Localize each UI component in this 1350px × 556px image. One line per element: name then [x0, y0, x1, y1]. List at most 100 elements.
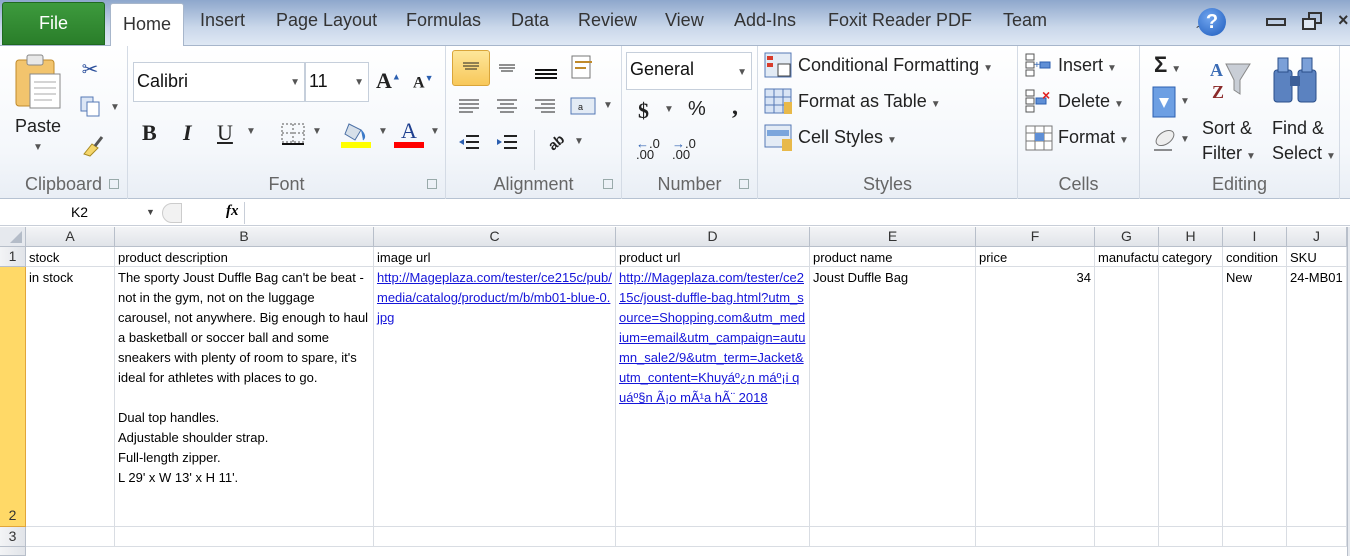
- merge-center-button[interactable]: a: [570, 96, 596, 116]
- column-header-i[interactable]: I: [1223, 227, 1287, 247]
- bold-button[interactable]: B: [142, 120, 157, 146]
- decrease-decimal-button[interactable]: →.0.00: [672, 137, 696, 161]
- cell-c2-image-url-link[interactable]: http://Mageplaza.com/tester/ce215c/pub/m…: [374, 267, 616, 527]
- clear-dropdown-icon[interactable]: ▼: [1180, 134, 1190, 145]
- cell-f2[interactable]: 34: [976, 267, 1095, 527]
- cell-g1[interactable]: manufacturer: [1095, 247, 1159, 267]
- cell-e3[interactable]: [810, 527, 976, 547]
- cell-g2[interactable]: [1095, 267, 1159, 527]
- cell-h3[interactable]: [1159, 527, 1223, 547]
- align-center-button[interactable]: [496, 96, 518, 116]
- cell-e1[interactable]: product name: [810, 247, 976, 267]
- paste-icon[interactable]: [14, 52, 64, 110]
- tab-file[interactable]: File: [2, 2, 105, 45]
- tab-team[interactable]: Team: [1003, 10, 1047, 31]
- italic-button[interactable]: I: [183, 120, 192, 146]
- column-header-b[interactable]: B: [115, 227, 374, 247]
- alignment-launcher-icon[interactable]: [603, 179, 613, 189]
- tab-view[interactable]: View: [665, 10, 704, 31]
- find-select-button[interactable]: Find & Select ▼: [1272, 116, 1336, 169]
- cell-a2[interactable]: in stock: [26, 267, 115, 527]
- cell-i1[interactable]: condition: [1223, 247, 1287, 267]
- clear-icon[interactable]: [1152, 128, 1178, 152]
- font-color-button[interactable]: A: [393, 118, 425, 150]
- cell-b1[interactable]: product description: [115, 247, 374, 267]
- currency-dropdown-icon[interactable]: ▼: [664, 104, 674, 115]
- tab-page-layout[interactable]: Page Layout: [276, 10, 377, 31]
- select-all-corner[interactable]: [0, 227, 26, 247]
- cell-e2[interactable]: Joust Duffle Bag: [810, 267, 976, 527]
- increase-indent-button[interactable]: [496, 132, 518, 152]
- format-cells-button[interactable]: Format ▼: [1058, 127, 1129, 148]
- cell-b3[interactable]: [115, 527, 374, 547]
- cell-f1[interactable]: price: [976, 247, 1095, 267]
- cell-styles-button[interactable]: Cell Styles ▼: [798, 127, 897, 148]
- increase-decimal-button[interactable]: ←.0.00: [636, 137, 660, 161]
- font-launcher-icon[interactable]: [427, 179, 437, 189]
- cell-b2[interactable]: The sporty Joust Duffle Bag can't be bea…: [115, 267, 374, 527]
- row-header-2[interactable]: 2: [0, 267, 26, 527]
- orientation-dropdown-icon[interactable]: ▼: [574, 136, 584, 147]
- name-box-dropdown-icon[interactable]: ▼: [146, 207, 155, 217]
- font-color-dropdown-icon[interactable]: ▼: [430, 126, 440, 137]
- column-header-d[interactable]: D: [616, 227, 810, 247]
- copy-dropdown-icon[interactable]: ▼: [110, 102, 120, 113]
- format-painter-icon[interactable]: [80, 134, 104, 158]
- font-name-combo[interactable]: Calibri ▼: [133, 62, 305, 102]
- column-header-g[interactable]: G: [1095, 227, 1159, 247]
- font-size-combo[interactable]: 11 ▼: [305, 62, 369, 102]
- copy-icon[interactable]: [80, 96, 102, 118]
- cell-h1[interactable]: category: [1159, 247, 1223, 267]
- cell-d1[interactable]: product url: [616, 247, 810, 267]
- tab-formulas[interactable]: Formulas: [406, 10, 481, 31]
- tab-data[interactable]: Data: [511, 10, 549, 31]
- number-launcher-icon[interactable]: [739, 179, 749, 189]
- row-header-4[interactable]: [0, 547, 26, 556]
- close-icon[interactable]: ×: [1338, 10, 1349, 31]
- formula-bar-handle[interactable]: [162, 203, 182, 223]
- cell-d2-product-url-link[interactable]: http://Mageplaza.com/tester/ce215c/joust…: [616, 267, 810, 527]
- borders-dropdown-icon[interactable]: ▼: [312, 126, 322, 137]
- tab-add-ins[interactable]: Add-Ins: [734, 10, 796, 31]
- format-as-table-button[interactable]: Format as Table ▼: [798, 91, 941, 112]
- middle-align-button[interactable]: [496, 58, 518, 78]
- comma-button[interactable]: ,: [732, 94, 738, 121]
- tab-foxit-reader-pdf[interactable]: Foxit Reader PDF: [828, 10, 972, 31]
- cell-a1[interactable]: stock: [26, 247, 115, 267]
- sort-filter-button[interactable]: Sort & Filter ▼: [1202, 116, 1256, 169]
- tab-insert[interactable]: Insert: [200, 10, 245, 31]
- column-header-j[interactable]: J: [1287, 227, 1347, 247]
- column-header-e[interactable]: E: [810, 227, 976, 247]
- underline-dropdown-icon[interactable]: ▼: [246, 126, 256, 137]
- orientation-icon[interactable]: ab: [538, 124, 575, 160]
- insert-cells-button[interactable]: Insert ▼: [1058, 55, 1117, 76]
- cell-d3[interactable]: [616, 527, 810, 547]
- row-header-3[interactable]: 3: [0, 527, 26, 547]
- cut-icon[interactable]: ✂: [80, 58, 100, 81]
- number-format-combo[interactable]: General ▼: [626, 52, 752, 90]
- wrap-text-button[interactable]: [570, 54, 596, 80]
- merge-dropdown-icon[interactable]: ▼: [603, 100, 613, 111]
- column-header-h[interactable]: H: [1159, 227, 1223, 247]
- fill-color-icon[interactable]: [341, 120, 373, 150]
- conditional-formatting-button[interactable]: Conditional Formatting ▼: [798, 55, 993, 76]
- align-left-button[interactable]: [458, 96, 480, 116]
- top-align-button[interactable]: [452, 50, 490, 86]
- fill-icon[interactable]: [1152, 86, 1178, 118]
- percent-button[interactable]: %: [688, 98, 706, 121]
- cell-h2[interactable]: [1159, 267, 1223, 527]
- cell-c3[interactable]: [374, 527, 616, 547]
- cell-c1[interactable]: image url: [374, 247, 616, 267]
- name-box[interactable]: K2: [2, 203, 157, 223]
- cell-a3[interactable]: [26, 527, 115, 547]
- insert-function-icon[interactable]: fx: [226, 203, 239, 220]
- paste-button[interactable]: Paste: [15, 116, 61, 137]
- formula-input[interactable]: [248, 203, 1348, 223]
- decrease-indent-button[interactable]: [458, 132, 480, 152]
- shrink-font-button[interactable]: A▼: [413, 73, 433, 92]
- clipboard-launcher-icon[interactable]: [109, 179, 119, 189]
- minimize-icon[interactable]: [1266, 10, 1286, 26]
- column-header-a[interactable]: A: [26, 227, 115, 247]
- cell-g3[interactable]: [1095, 527, 1159, 547]
- cell-j1[interactable]: SKU: [1287, 247, 1347, 267]
